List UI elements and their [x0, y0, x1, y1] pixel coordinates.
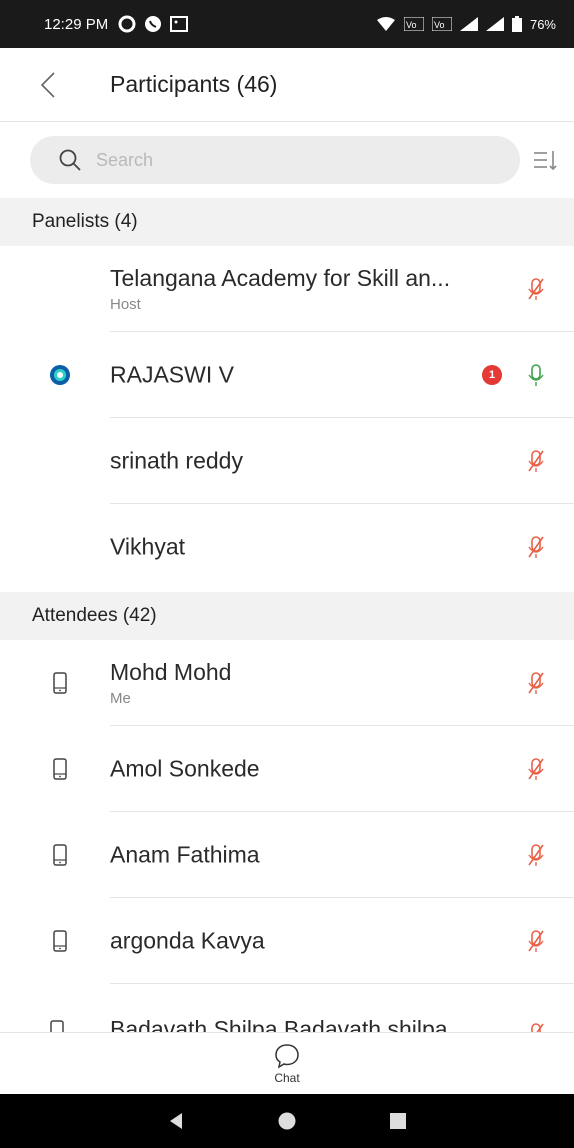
- mic-muted-icon[interactable]: [526, 449, 546, 473]
- status-bar: 12:29 PM Vo Vo 76%: [0, 0, 574, 48]
- gallery-icon: [170, 16, 189, 32]
- participant-name: Vikhyat: [110, 533, 186, 560]
- participant-row[interactable]: RAJASWI V 1: [0, 332, 574, 418]
- volte-icon: Vo: [431, 17, 452, 31]
- participant-name: srinath reddy: [110, 447, 243, 474]
- o-icon: [118, 15, 136, 33]
- phone-icon: [53, 930, 67, 952]
- panelists-header: Panelists (4): [0, 198, 574, 246]
- phone-icon: [53, 844, 67, 866]
- bottom-bar: Chat: [0, 1032, 574, 1094]
- participant-name: Amol Sonkede: [110, 755, 260, 782]
- back-triangle-icon[interactable]: [166, 1111, 186, 1131]
- back-button[interactable]: [18, 48, 78, 122]
- search-icon: [59, 149, 81, 171]
- chat-label[interactable]: Chat: [274, 1071, 299, 1085]
- sort-button[interactable]: [530, 145, 560, 175]
- participant-role: Host: [110, 296, 141, 313]
- header: Participants (46): [0, 48, 574, 122]
- participant-row[interactable]: Mohd Mohd Me: [0, 640, 574, 726]
- search-input[interactable]: Search: [30, 136, 520, 184]
- participant-name: Mohd Mohd: [110, 659, 232, 685]
- mic-muted-icon[interactable]: [526, 929, 546, 953]
- participant-name: RAJASWI V: [110, 361, 234, 388]
- wifi-icon: [376, 17, 395, 31]
- search-row: Search: [0, 122, 574, 198]
- mic-muted-icon[interactable]: [526, 277, 546, 301]
- participant-row[interactable]: Anam Fathima: [0, 812, 574, 898]
- phone-icon: [53, 672, 67, 694]
- battery-level: 76%: [529, 16, 556, 32]
- attendees-header: Attendees (42): [0, 592, 574, 640]
- participant-row[interactable]: Badavath Shilpa Badavath shilpa: [0, 1010, 574, 1032]
- mic-muted-icon[interactable]: [526, 671, 546, 695]
- page-title: Participants (46): [110, 71, 278, 97]
- participant-row[interactable]: srinath reddy: [0, 418, 574, 504]
- search-placeholder: Search: [96, 149, 154, 170]
- participant-name: Anam Fathima: [110, 841, 260, 868]
- chat-icon[interactable]: [274, 1043, 300, 1069]
- participant-row[interactable]: Vikhyat: [0, 504, 574, 590]
- webex-icon: [50, 365, 70, 385]
- signal-icon: [459, 17, 478, 31]
- mic-active-icon[interactable]: [526, 363, 546, 387]
- battery-icon: [511, 16, 522, 32]
- participant-name: Badavath Shilpa Badavath shilpa: [110, 1016, 448, 1032]
- volte-icon: Vo: [403, 17, 424, 31]
- chevron-left-icon: [40, 71, 55, 98]
- phone-icon: [53, 758, 67, 780]
- signal-icon: [485, 17, 504, 31]
- participant-row[interactable]: Telangana Academy for Skill an... Host: [0, 246, 574, 332]
- participant-row[interactable]: Amol Sonkede: [0, 726, 574, 812]
- svg-text:Vo: Vo: [406, 20, 417, 30]
- notification-badge: 1: [482, 365, 502, 385]
- system-nav-bar: [0, 1094, 574, 1148]
- mic-muted-icon[interactable]: [526, 535, 546, 559]
- mic-muted-icon[interactable]: [526, 757, 546, 781]
- sort-icon: [534, 151, 557, 171]
- status-time: 12:29 PM: [44, 15, 109, 33]
- mic-muted-icon[interactable]: [526, 1022, 546, 1032]
- recents-square-icon[interactable]: [388, 1111, 408, 1131]
- mic-muted-icon[interactable]: [526, 843, 546, 867]
- phone-icon: [50, 1020, 64, 1032]
- whatsapp-icon: [145, 16, 162, 32]
- participant-role: Me: [110, 690, 131, 707]
- svg-text:Vo: Vo: [434, 20, 445, 30]
- home-circle-icon[interactable]: [277, 1111, 297, 1131]
- participant-name: Telangana Academy for Skill an...: [110, 265, 451, 291]
- participant-name: argonda Kavya: [110, 927, 265, 954]
- participant-row[interactable]: argonda Kavya: [0, 898, 574, 984]
